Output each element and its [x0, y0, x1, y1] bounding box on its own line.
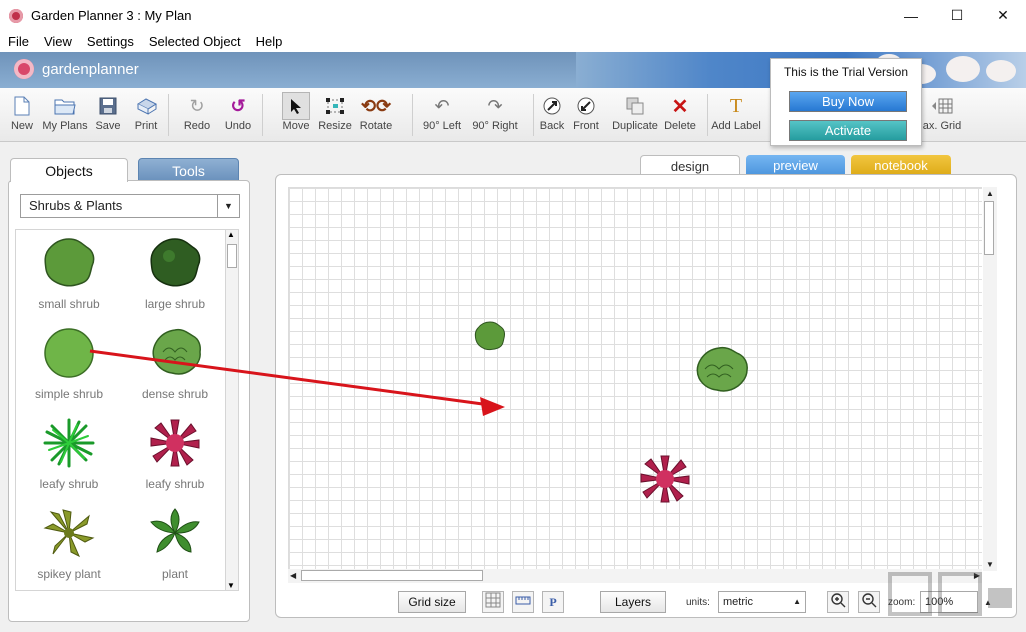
- close-button[interactable]: ✕: [980, 0, 1026, 31]
- spikey-plant-icon: [43, 509, 95, 558]
- maximize-button[interactable]: ☐: [934, 0, 980, 31]
- layers-button[interactable]: Layers: [600, 591, 666, 613]
- delete-button[interactable]: ✕ Delete: [655, 92, 705, 133]
- units-label: units:: [686, 597, 710, 608]
- undo-icon: ↺: [230, 95, 246, 116]
- object-label: leafy shrub: [145, 477, 205, 491]
- objects-scrollbar[interactable]: ▲ ▼: [225, 229, 239, 591]
- object-leafy-shrub-green[interactable]: leafy shrub: [16, 416, 122, 491]
- object-label: dense shrub: [141, 387, 209, 401]
- undo-button[interactable]: ↺ Undo: [213, 92, 263, 133]
- max-grid-button[interactable]: ax. Grid: [917, 92, 967, 132]
- title-bar: Garden Planner 3 : My Plan — ☐ ✕: [0, 0, 1026, 31]
- scroll-thumb[interactable]: [301, 570, 483, 581]
- front-button[interactable]: Front: [561, 92, 611, 132]
- delete-x-icon: ✕: [671, 95, 689, 118]
- bring-front-icon: [561, 92, 611, 120]
- duplicate-button[interactable]: Duplicate: [610, 92, 660, 132]
- scroll-up-icon[interactable]: ▲: [227, 230, 235, 239]
- scroll-down-icon[interactable]: ▼: [227, 581, 235, 590]
- scroll-left-icon[interactable]: ◀: [290, 571, 296, 580]
- rotate-right-icon: ↷: [487, 95, 503, 116]
- objects-panel: Shrubs & Plants ▼ small shrub large shru…: [8, 180, 250, 622]
- placed-leafy-shrub-red[interactable]: [638, 453, 692, 505]
- tab-tools[interactable]: Tools: [138, 158, 239, 182]
- dense-shrub-icon: [152, 328, 201, 375]
- design-panel: ▲ ▼ ◀ ▶ Grid size P Layers units: metric…: [275, 174, 1017, 618]
- cursor-arrow-icon: [282, 92, 310, 120]
- simple-shrub-icon: [44, 328, 94, 378]
- scroll-up-icon[interactable]: ▲: [986, 189, 994, 198]
- tab-preview[interactable]: preview: [746, 155, 845, 176]
- leafy-shrub-green-icon: [43, 418, 95, 468]
- large-shrub-icon: [150, 238, 201, 287]
- object-small-shrub[interactable]: small shrub: [16, 236, 122, 311]
- placed-small-shrub[interactable]: [473, 320, 507, 354]
- window-title: Garden Planner 3 : My Plan: [31, 8, 192, 23]
- duplicate-icon: [610, 92, 660, 120]
- zoom-in-icon[interactable]: [827, 591, 849, 613]
- design-canvas[interactable]: [288, 187, 982, 571]
- chevron-up-icon[interactable]: ▲: [793, 592, 801, 612]
- brand-name: gardenplanner: [42, 60, 139, 78]
- flower-logo-icon: [14, 59, 34, 79]
- scroll-thumb[interactable]: [984, 201, 994, 255]
- ruler-icon[interactable]: [512, 591, 534, 613]
- p-toggle-button[interactable]: P: [542, 591, 564, 613]
- trial-message: This is the Trial Version: [783, 65, 909, 79]
- object-label: plant: [161, 567, 189, 581]
- object-leafy-shrub-red[interactable]: leafy shrub: [122, 416, 225, 491]
- rotate-icon: ⟲⟳: [360, 95, 392, 116]
- object-label: simple shrub: [34, 387, 104, 401]
- menu-help[interactable]: Help: [248, 34, 290, 49]
- tab-objects[interactable]: Objects: [10, 158, 128, 182]
- canvas-vertical-scrollbar[interactable]: ▲ ▼: [983, 187, 997, 571]
- text-label-icon: T: [729, 94, 743, 117]
- units-value: metric: [723, 596, 753, 608]
- rotate-left-icon: ↶: [434, 95, 450, 116]
- menu-settings[interactable]: Settings: [79, 34, 141, 49]
- minimize-button[interactable]: —: [888, 0, 934, 31]
- trial-popup: This is the Trial Version Buy Now Activa…: [770, 58, 922, 146]
- tab-design[interactable]: design: [640, 155, 740, 176]
- menu-file[interactable]: File: [0, 34, 36, 49]
- menu-selected-object[interactable]: Selected Object: [141, 34, 248, 49]
- category-select[interactable]: Shrubs & Plants ▼: [20, 194, 240, 218]
- scroll-thumb[interactable]: [227, 244, 237, 268]
- watermark-logo: [888, 572, 1012, 616]
- object-large-shrub[interactable]: large shrub: [122, 236, 225, 311]
- object-plant[interactable]: plant: [122, 506, 225, 581]
- menu-view[interactable]: View: [36, 34, 79, 49]
- object-label: small shrub: [38, 297, 100, 311]
- placed-dense-shrub[interactable]: [689, 345, 749, 395]
- units-select[interactable]: metric ▲: [718, 591, 806, 613]
- buy-now-button[interactable]: Buy Now: [789, 91, 907, 112]
- print-button[interactable]: Print: [121, 92, 171, 132]
- add-label-button[interactable]: T Add Label: [711, 92, 761, 133]
- tab-notebook[interactable]: notebook: [851, 155, 951, 176]
- category-value: Shrubs & Plants: [29, 198, 123, 213]
- brand-logo: gardenplanner: [14, 59, 139, 79]
- plant-icon: [150, 508, 200, 553]
- object-simple-shrub[interactable]: simple shrub: [16, 326, 122, 401]
- leafy-shrub-red-icon: [150, 419, 200, 467]
- chevron-down-icon[interactable]: ▼: [217, 195, 239, 217]
- object-list: small shrub large shrub simple shrub den…: [15, 229, 225, 591]
- object-label: large shrub: [144, 297, 206, 311]
- object-spikey-plant[interactable]: spikey plant: [16, 506, 122, 581]
- object-label: leafy shrub: [39, 477, 99, 491]
- menu-bar: File View Settings Selected Object Help: [0, 31, 1026, 52]
- printer-icon: [121, 92, 171, 120]
- app-icon: [9, 8, 23, 23]
- object-label: spikey plant: [37, 567, 101, 581]
- rotate-button[interactable]: ⟲⟳ Rotate: [351, 92, 401, 133]
- rotate-left-button[interactable]: ↶ 90° Left: [417, 92, 467, 133]
- small-shrub-icon: [44, 238, 95, 287]
- rotate-right-button[interactable]: ↷ 90° Right: [470, 92, 520, 133]
- activate-button[interactable]: Activate: [789, 120, 907, 141]
- grid-size-button[interactable]: Grid size: [398, 591, 466, 613]
- grid-toggle-icon[interactable]: [482, 591, 504, 613]
- grid-icon: [917, 92, 967, 120]
- object-dense-shrub[interactable]: dense shrub: [122, 326, 225, 401]
